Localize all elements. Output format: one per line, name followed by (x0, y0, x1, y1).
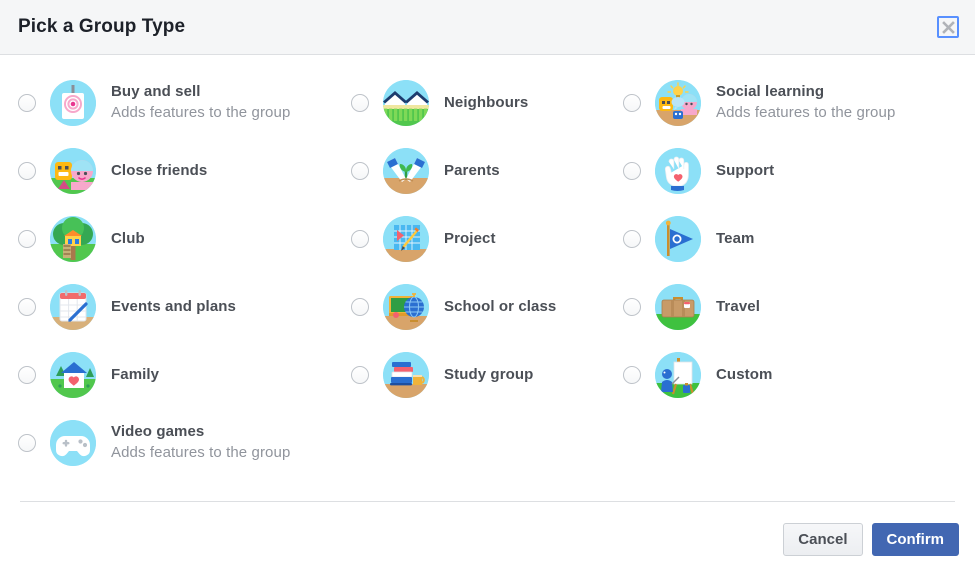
group-option-neighbours[interactable]: Neighbours (351, 69, 623, 137)
group-type-list: Buy and sell Adds features to the group (0, 55, 975, 501)
cancel-button[interactable]: Cancel (783, 522, 863, 556)
group-option-title: Social learning (716, 83, 825, 101)
radio-parents[interactable] (351, 162, 369, 180)
close-button[interactable] (937, 16, 959, 38)
group-option-subtitle: Adds features to the group (111, 444, 291, 461)
group-option-labels: Family (111, 366, 159, 385)
hands-sprout-icon (383, 148, 429, 194)
group-option-labels: Social learning Adds features to the gro… (716, 83, 895, 123)
group-option-labels: Support (716, 162, 774, 181)
house-heart-icon (50, 352, 96, 398)
dialog-header: Pick a Group Type (0, 0, 975, 55)
group-option-parents[interactable]: Parents (351, 137, 623, 205)
group-option-labels: Study group (444, 366, 533, 385)
group-option-title: Neighbours (444, 93, 529, 111)
radio-project[interactable] (351, 230, 369, 248)
group-option-title: Travel (716, 297, 760, 315)
pick-group-type-dialog: Pick a Group Type Buy and sell Adds feat… (0, 0, 975, 576)
group-option-labels: Custom (716, 366, 772, 385)
group-option-social-learning[interactable]: Social learning Adds features to the gro… (623, 69, 963, 137)
radio-video-games[interactable] (18, 434, 36, 452)
blueprint-pencil-icon (383, 216, 429, 262)
radio-social-learning[interactable] (623, 94, 641, 112)
group-option-title: Club (111, 229, 145, 247)
two-friends-icon (50, 148, 96, 194)
calendar-icon (50, 284, 96, 330)
radio-family[interactable] (18, 366, 36, 384)
pennant-flag-icon (655, 216, 701, 262)
group-option-labels: Club (111, 230, 145, 249)
group-option-custom[interactable]: Custom (623, 341, 963, 409)
group-option-labels: Parents (444, 162, 500, 181)
group-option-study-group[interactable]: Study group (351, 341, 623, 409)
group-option-family[interactable]: Family (18, 341, 351, 409)
radio-close-friends[interactable] (18, 162, 36, 180)
group-option-labels: Team (716, 230, 754, 249)
group-option-title: Study group (444, 365, 534, 383)
radio-custom[interactable] (623, 366, 641, 384)
radio-school-or-class[interactable] (351, 298, 369, 316)
group-option-subtitle: Adds features to the group (111, 104, 291, 121)
group-option-title: Video games (111, 423, 205, 441)
radio-neighbours[interactable] (351, 94, 369, 112)
radio-study-group[interactable] (351, 366, 369, 384)
chalkboard-globe-icon (383, 284, 429, 330)
group-option-title: Close friends (111, 161, 208, 179)
confirm-button[interactable]: Confirm (871, 522, 959, 556)
houses-fence-icon (383, 80, 429, 126)
dialog-footer: Cancel Confirm (0, 502, 975, 576)
group-option-labels: Project (444, 230, 496, 249)
group-option-title: Parents (444, 161, 500, 179)
group-type-grid: Buy and sell Adds features to the group (0, 69, 975, 477)
books-mug-icon (383, 352, 429, 398)
page-title: Pick a Group Type (18, 16, 186, 37)
easel-painter-icon (655, 352, 701, 398)
people-lightbulb-icon (655, 80, 701, 126)
group-option-title: Events and plans (111, 297, 236, 315)
group-option-close-friends[interactable]: Close friends (18, 137, 351, 205)
group-option-labels: Neighbours (444, 94, 528, 113)
suitcase-icon (655, 284, 701, 330)
group-option-labels: Video games Adds features to the group (111, 423, 290, 463)
hand-heart-icon (655, 148, 701, 194)
group-option-title: Family (111, 365, 160, 383)
group-option-title: School or class (444, 297, 557, 315)
group-option-title: Project (444, 229, 496, 247)
radio-buy-and-sell[interactable] (18, 94, 36, 112)
group-option-project[interactable]: Project (351, 205, 623, 273)
radio-events-and-plans[interactable] (18, 298, 36, 316)
group-option-labels: Events and plans (111, 298, 236, 317)
group-option-video-games[interactable]: Video games Adds features to the group (18, 409, 351, 477)
radio-travel[interactable] (623, 298, 641, 316)
radio-support[interactable] (623, 162, 641, 180)
radio-team[interactable] (623, 230, 641, 248)
group-option-title: Support (716, 161, 775, 179)
group-option-club[interactable]: Club (18, 205, 351, 273)
group-option-title: Team (716, 229, 755, 247)
group-option-buy-and-sell[interactable]: Buy and sell Adds features to the group (18, 69, 351, 137)
group-option-labels: Close friends (111, 162, 207, 181)
group-option-title: Custom (716, 365, 773, 383)
group-option-title: Buy and sell (111, 83, 201, 101)
group-option-school-or-class[interactable]: School or class (351, 273, 623, 341)
price-tag-icon (50, 80, 96, 126)
group-option-events-and-plans[interactable]: Events and plans (18, 273, 351, 341)
treehouse-icon (50, 216, 96, 262)
group-option-support[interactable]: Support (623, 137, 963, 205)
group-option-subtitle: Adds features to the group (716, 104, 896, 121)
group-option-team[interactable]: Team (623, 205, 963, 273)
group-option-labels: Buy and sell Adds features to the group (111, 83, 290, 123)
gamepad-icon (50, 420, 96, 466)
group-option-labels: School or class (444, 298, 556, 317)
radio-club[interactable] (18, 230, 36, 248)
close-x-icon (941, 20, 955, 34)
group-option-labels: Travel (716, 298, 760, 317)
group-option-travel[interactable]: Travel (623, 273, 963, 341)
